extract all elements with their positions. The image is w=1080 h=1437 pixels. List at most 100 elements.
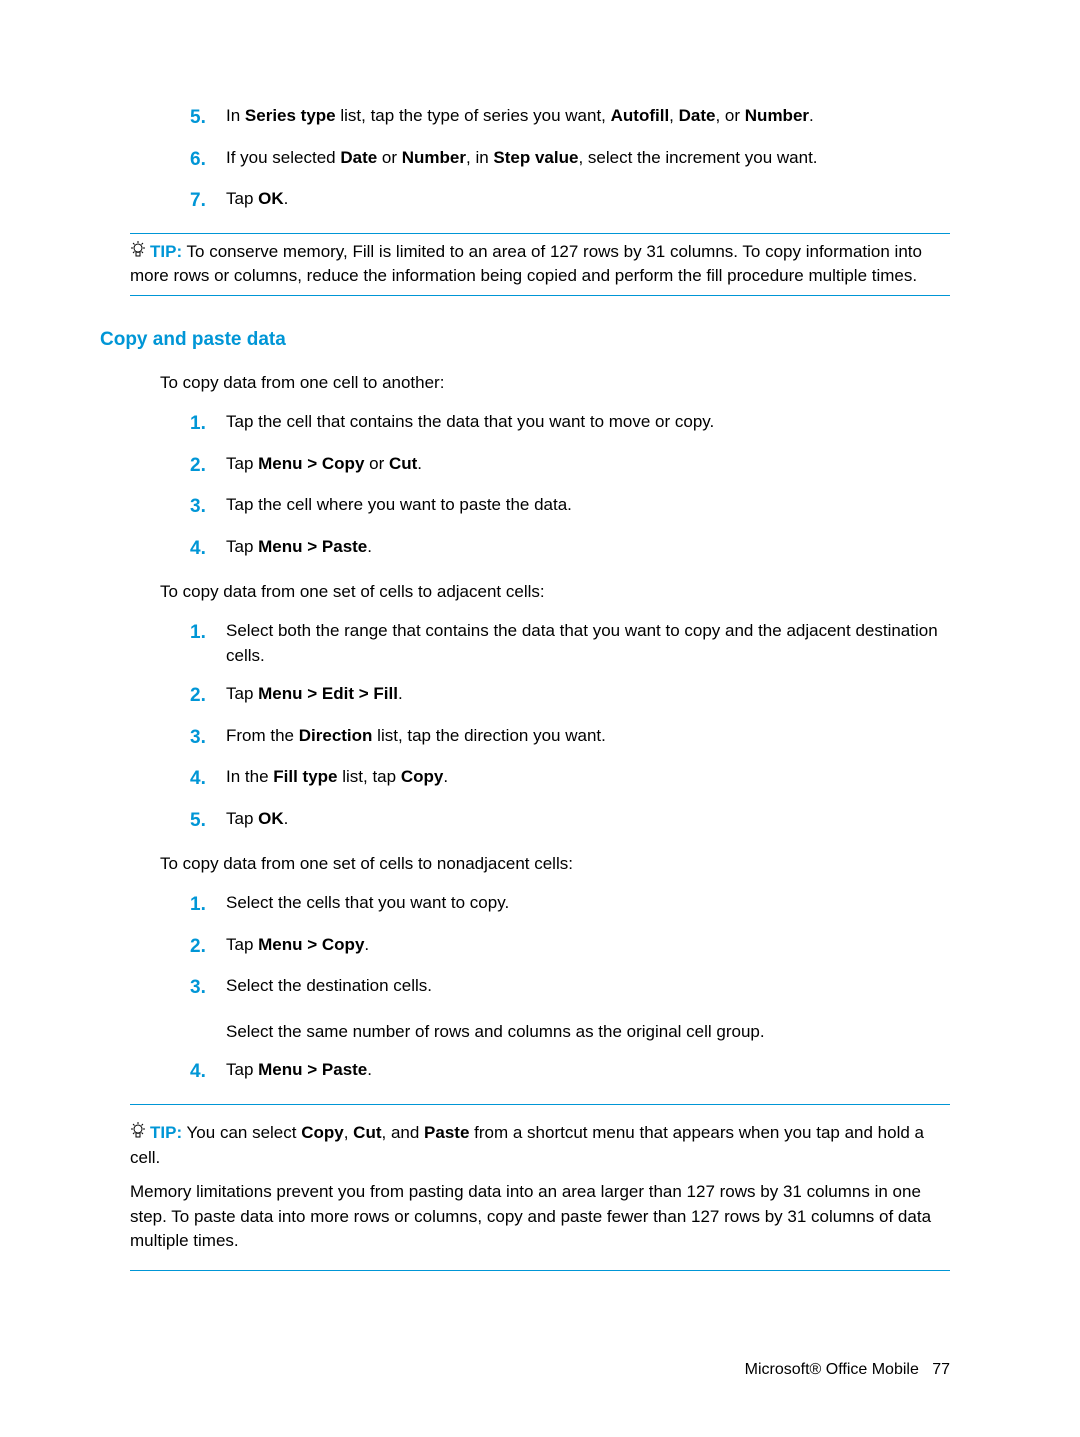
list-number: 2. bbox=[190, 682, 226, 710]
bold: Menu > Paste bbox=[258, 1060, 367, 1079]
text: , bbox=[344, 1123, 353, 1142]
list-text: Tap Menu > Copy or Cut. bbox=[226, 452, 950, 480]
text: list, tap the type of series you want, bbox=[336, 106, 611, 125]
text: . bbox=[284, 189, 289, 208]
text: In bbox=[226, 106, 245, 125]
bold: Direction bbox=[299, 726, 373, 745]
paragraph: To copy data from one set of cells to ad… bbox=[160, 580, 950, 605]
text: Tap bbox=[226, 1060, 258, 1079]
text: . bbox=[364, 935, 369, 954]
list-text: Select the destination cells. bbox=[226, 974, 950, 1002]
step-1: 1. Select both the range that contains t… bbox=[190, 619, 950, 668]
step-6: 6. If you selected Date or Number, in St… bbox=[190, 146, 950, 174]
bold: Menu > Paste bbox=[258, 537, 367, 556]
list-number: 2. bbox=[190, 452, 226, 480]
step-3: 3. From the Direction list, tap the dire… bbox=[190, 724, 950, 752]
list-text: Tap OK. bbox=[226, 187, 950, 215]
text: Tap bbox=[226, 809, 258, 828]
step-2: 2. Tap Menu > Copy. bbox=[190, 933, 950, 961]
text: . bbox=[398, 684, 403, 703]
bold: OK bbox=[258, 189, 284, 208]
step-7: 7. Tap OK. bbox=[190, 187, 950, 215]
tip-text: Memory limitations prevent you from past… bbox=[130, 1180, 950, 1254]
bold: Cut bbox=[353, 1123, 381, 1142]
text: . bbox=[367, 1060, 372, 1079]
bold: Number bbox=[402, 148, 466, 167]
lightbulb-icon bbox=[130, 1122, 146, 1140]
step-1: 1. Select the cells that you want to cop… bbox=[190, 891, 950, 919]
bold: Autofill bbox=[611, 106, 670, 125]
list-number: 6. bbox=[190, 146, 226, 174]
list-number: 1. bbox=[190, 891, 226, 919]
paragraph: To copy data from one set of cells to no… bbox=[160, 852, 950, 877]
list-number: 7. bbox=[190, 187, 226, 215]
text: , bbox=[669, 106, 678, 125]
bold: Menu > Copy bbox=[258, 935, 364, 954]
list-text: Tap the cell where you want to paste the… bbox=[226, 493, 950, 521]
list-text: If you selected Date or Number, in Step … bbox=[226, 146, 950, 174]
text: You can select bbox=[187, 1123, 302, 1142]
text: or bbox=[364, 454, 389, 473]
list-text: Tap Menu > Copy. bbox=[226, 933, 950, 961]
bold: OK bbox=[258, 809, 284, 828]
list-number: 5. bbox=[190, 104, 226, 132]
list-number: 4. bbox=[190, 1058, 226, 1086]
bold: Cut bbox=[389, 454, 417, 473]
list-number: 5. bbox=[190, 807, 226, 835]
text: Tap bbox=[226, 537, 258, 556]
page-footer: Microsoft® Office Mobile 77 bbox=[745, 1358, 950, 1381]
list-text: Select both the range that contains the … bbox=[226, 619, 950, 668]
bold: Paste bbox=[424, 1123, 469, 1142]
section-heading: Copy and paste data bbox=[100, 326, 950, 354]
text: list, tap bbox=[338, 767, 401, 786]
list-number: 3. bbox=[190, 724, 226, 752]
list-number: 3. bbox=[190, 493, 226, 521]
text: . bbox=[809, 106, 814, 125]
text: , in bbox=[466, 148, 493, 167]
bold: Copy bbox=[401, 767, 444, 786]
step-4: 4. Tap Menu > Paste. bbox=[190, 1058, 950, 1086]
step-2: 2. Tap Menu > Copy or Cut. bbox=[190, 452, 950, 480]
text: . bbox=[443, 767, 448, 786]
footer-text: Microsoft® Office Mobile bbox=[745, 1361, 919, 1378]
step-1: 1. Tap the cell that contains the data t… bbox=[190, 410, 950, 438]
text: , or bbox=[715, 106, 744, 125]
step-4: 4. Tap Menu > Paste. bbox=[190, 535, 950, 563]
list-number: 4. bbox=[190, 535, 226, 563]
page-number: 77 bbox=[932, 1361, 950, 1378]
list-text: Tap the cell that contains the data that… bbox=[226, 410, 950, 438]
tip-block: TIP: To conserve memory, Fill is limited… bbox=[130, 233, 950, 296]
list-number: 2. bbox=[190, 933, 226, 961]
list-text: In Series type list, tap the type of ser… bbox=[226, 104, 950, 132]
bold: Date bbox=[679, 106, 716, 125]
list-text: Tap OK. bbox=[226, 807, 950, 835]
text: . bbox=[284, 809, 289, 828]
tip-block: TIP: You can select Copy, Cut, and Paste… bbox=[130, 1104, 950, 1271]
step-4: 4. In the Fill type list, tap Copy. bbox=[190, 765, 950, 793]
nested-paragraph: Select the same number of rows and colum… bbox=[226, 1020, 950, 1045]
bold: Number bbox=[745, 106, 809, 125]
bold: Date bbox=[340, 148, 377, 167]
bold: Menu > Edit > Fill bbox=[258, 684, 398, 703]
bold: Series type bbox=[245, 106, 336, 125]
text: Tap bbox=[226, 935, 258, 954]
text: , and bbox=[382, 1123, 425, 1142]
step-5: 5. Tap OK. bbox=[190, 807, 950, 835]
tip-text: To conserve memory, Fill is limited to a… bbox=[130, 242, 922, 286]
text: Tap bbox=[226, 454, 258, 473]
step-3: 3. Select the destination cells. bbox=[190, 974, 950, 1002]
list-text: Tap Menu > Edit > Fill. bbox=[226, 682, 950, 710]
list-text: Tap Menu > Paste. bbox=[226, 535, 950, 563]
list-text: Tap Menu > Paste. bbox=[226, 1058, 950, 1086]
paragraph: To copy data from one cell to another: bbox=[160, 371, 950, 396]
bold: Step value bbox=[493, 148, 578, 167]
text: Tap bbox=[226, 189, 258, 208]
bold: Fill type bbox=[273, 767, 337, 786]
lightbulb-icon bbox=[130, 241, 146, 259]
bold: Menu > Copy bbox=[258, 454, 364, 473]
tip-label: TIP: bbox=[150, 1123, 182, 1142]
text: From the bbox=[226, 726, 299, 745]
text: If you selected bbox=[226, 148, 340, 167]
step-3: 3. Tap the cell where you want to paste … bbox=[190, 493, 950, 521]
list-number: 3. bbox=[190, 974, 226, 1002]
